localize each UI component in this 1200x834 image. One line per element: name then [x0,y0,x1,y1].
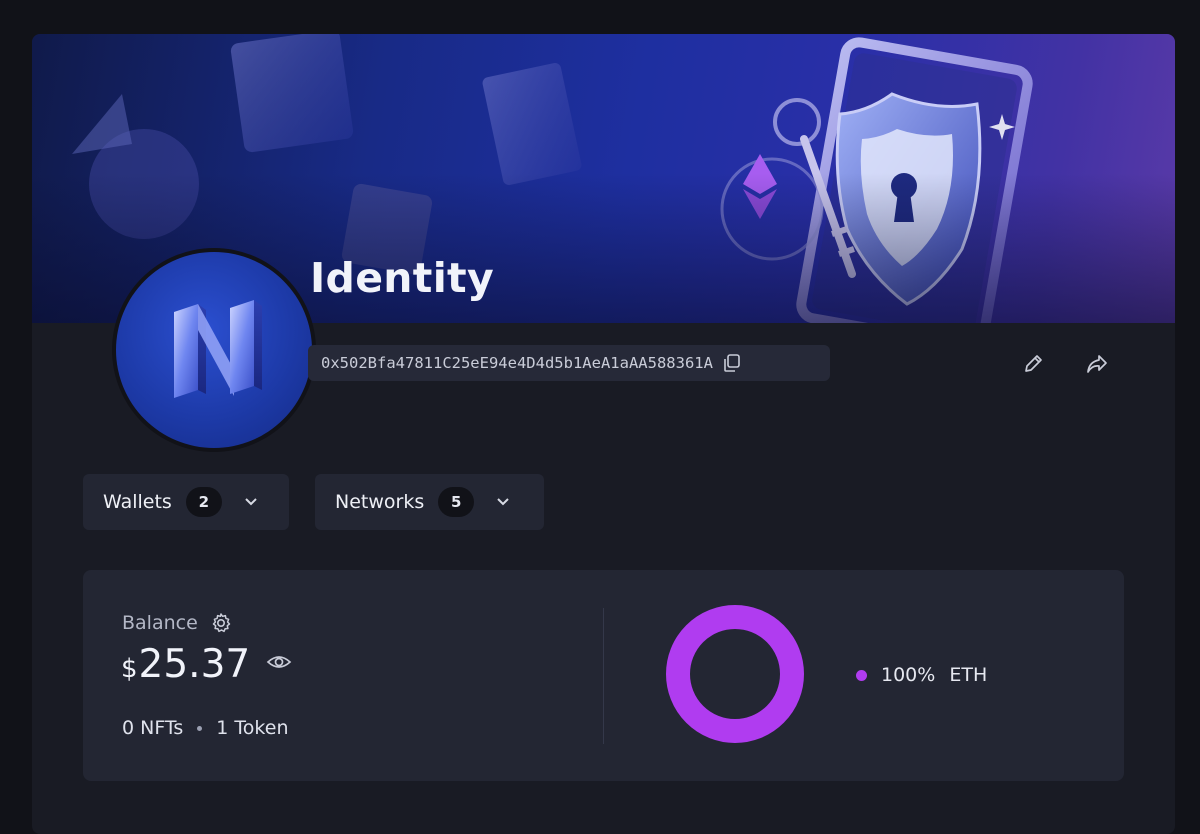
balance-amount: 25.37 [138,642,251,687]
wallet-address: 0x502Bfa47811C25eE94e4D4d5b1AeA1aAA58836… [308,345,830,381]
page-title: Identity [310,254,494,302]
separator-dot [197,725,203,731]
token-count: 1 Token [216,717,289,739]
legend-asset-name: ETH [949,664,988,686]
legend-dot [856,669,867,681]
gear-icon[interactable] [210,612,232,634]
card-divider [603,608,604,744]
balance-value: $ 25.37 [121,642,292,687]
asset-summary: 0 NFTs 1 Token [122,717,288,739]
legend-percentage: 100% [881,664,936,686]
wallets-label: Wallets [103,491,172,513]
wallets-dropdown[interactable]: Wallets 2 [83,474,289,530]
pencil-icon [1025,355,1042,372]
wallet-address-text: 0x502Bfa47811C25eE94e4D4d5b1AeA1aAA58836… [321,354,713,372]
avatar [112,248,316,452]
eye-icon[interactable] [266,653,292,671]
networks-dropdown[interactable]: Networks 5 [315,474,544,530]
wallets-count-badge: 2 [185,487,222,517]
share-icon [1087,355,1107,373]
chevron-down-icon [496,497,510,507]
allocation-donut-chart [666,605,804,743]
donut-slice-eth [666,605,804,743]
balance-currency: $ [121,654,138,684]
balance-label: Balance [122,612,198,634]
n-logo-icon [174,300,262,398]
nft-count: 0 NFTs [122,717,184,739]
chevron-down-icon [244,497,258,507]
balance-card: Balance $ 25.37 0 NFTs 1 Token 100% ETH [83,570,1124,781]
profile-panel: Identity 0x502Bfa47811C25eE94e4D4d5b1AeA… [32,34,1175,834]
share-button[interactable] [1083,350,1111,378]
networks-count-badge: 5 [438,487,475,517]
networks-label: Networks [335,491,425,513]
balance-label-row: Balance [122,612,232,634]
copy-icon[interactable] [722,353,742,373]
chart-legend: 100% ETH [856,664,987,686]
avatar-logo [116,252,312,448]
edit-button[interactable] [1019,350,1047,378]
